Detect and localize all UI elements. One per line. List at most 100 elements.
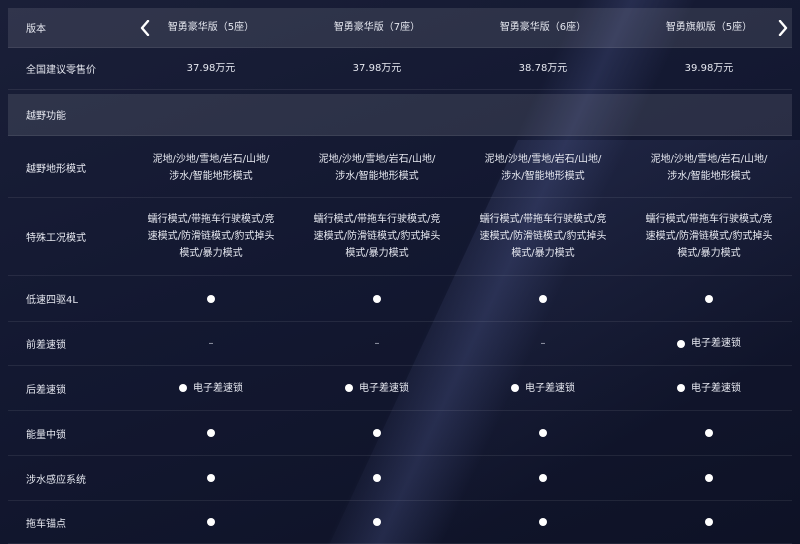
prev-button[interactable] bbox=[138, 18, 152, 38]
feature-value bbox=[626, 411, 792, 455]
feature-value bbox=[460, 456, 626, 500]
feature-value: 蠕行模式/带拖车行驶模式/竞 速模式/防滑链模式/豹式掉头 模式/暴力模式 bbox=[626, 198, 792, 275]
next-button[interactable] bbox=[776, 18, 790, 38]
chevron-right-icon bbox=[778, 19, 788, 36]
feature-cells: 蠕行模式/带拖车行驶模式/竞 速模式/防滑链模式/豹式掉头 模式/暴力模式 蠕行模… bbox=[128, 198, 792, 275]
not-available-dash: – bbox=[208, 338, 214, 349]
feature-text: 泥地/沙地/雪地/岩石/山地/ 涉水/智能地形模式 bbox=[318, 153, 436, 182]
feature-label: 拖车锚点 bbox=[26, 518, 66, 530]
not-available-dash: – bbox=[374, 338, 380, 349]
feature-row: 特殊工况模式 蠕行模式/带拖车行驶模式/竞 速模式/防滑链模式/豹式掉头 模式/暴… bbox=[8, 198, 792, 276]
check-dot-icon bbox=[179, 384, 187, 392]
check-dot-icon bbox=[539, 429, 547, 437]
feature-value: 泥地/沙地/雪地/岩石/山地/ 涉水/智能地形模式 bbox=[460, 138, 626, 197]
check-dot-icon bbox=[677, 339, 685, 348]
check-dot-icon bbox=[373, 429, 381, 437]
model-name: 智勇豪华版（6座） bbox=[499, 22, 587, 33]
check-dot-icon bbox=[345, 384, 353, 392]
feature-row: 越野地形模式 泥地/沙地/雪地/岩石/山地/ 涉水/智能地形模式 泥地/沙地/雪地/… bbox=[8, 138, 792, 198]
feature-text: 蠕行模式/带拖车行驶模式/竞 速模式/防滑链模式/豹式掉头 模式/暴力模式 bbox=[313, 214, 441, 259]
feature-value bbox=[128, 456, 294, 500]
feature-note: 电子差速锁 bbox=[359, 382, 409, 394]
price-value: 39.98万元 bbox=[684, 63, 734, 74]
feature-value bbox=[294, 501, 460, 543]
check-dot-icon bbox=[373, 294, 381, 303]
feature-value: 泥地/沙地/雪地/岩石/山地/ 涉水/智能地形模式 bbox=[294, 138, 460, 197]
feature-text: 蠕行模式/带拖车行驶模式/竞 速模式/防滑链模式/豹式掉头 模式/暴力模式 bbox=[645, 214, 773, 259]
feature-row: 能量中锁 bbox=[8, 411, 792, 456]
header-cells: 智勇豪华版（5座） 智勇豪华版（7座） 智勇豪华版（6座） 智勇旗舰版（5座） bbox=[128, 8, 792, 47]
feature-value: 电子差速锁 bbox=[128, 366, 294, 410]
model-name: 智勇旗舰版（5座） bbox=[665, 22, 753, 33]
check-dot-icon bbox=[539, 518, 547, 526]
check-dot-icon bbox=[705, 294, 713, 303]
feature-value bbox=[128, 411, 294, 455]
price-value: 37.98万元 bbox=[186, 63, 236, 74]
feature-value: 电子差速锁 bbox=[626, 322, 792, 365]
feature-value bbox=[626, 501, 792, 543]
feature-value: 泥地/沙地/雪地/岩石/山地/ 涉水/智能地形模式 bbox=[626, 138, 792, 197]
feature-value bbox=[294, 456, 460, 500]
feature-cells: – – – 电子差速锁 bbox=[128, 322, 792, 365]
check-dot-icon bbox=[705, 474, 713, 482]
feature-value: 蠕行模式/带拖车行驶模式/竞 速模式/防滑链模式/豹式掉头 模式/暴力模式 bbox=[460, 198, 626, 275]
feature-row: 低速四驱4L bbox=[8, 276, 792, 322]
model-name: 智勇豪华版（7座） bbox=[333, 22, 421, 33]
feature-text: 泥地/沙地/雪地/岩石/山地/ 涉水/智能地形模式 bbox=[484, 153, 602, 182]
feature-cells bbox=[128, 411, 792, 455]
section-label: 越野功能 bbox=[26, 111, 66, 122]
feature-label: 低速四驱4L bbox=[26, 295, 78, 306]
check-dot-icon bbox=[539, 474, 547, 482]
check-dot-icon bbox=[207, 474, 215, 482]
chevron-left-icon bbox=[140, 19, 150, 36]
feature-value: – bbox=[460, 322, 626, 365]
feature-value bbox=[294, 411, 460, 455]
model-name: 智勇豪华版（5座） bbox=[167, 22, 255, 33]
feature-value bbox=[460, 276, 626, 321]
price-cells: 37.98万元 37.98万元 38.78万元 39.98万元 bbox=[128, 48, 792, 89]
feature-value bbox=[460, 411, 626, 455]
feature-value bbox=[626, 456, 792, 500]
feature-text: 蠕行模式/带拖车行驶模式/竞 速模式/防滑链模式/豹式掉头 模式/暴力模式 bbox=[147, 214, 275, 259]
feature-value: – bbox=[128, 322, 294, 365]
feature-row: 涉水感应系统 bbox=[8, 456, 792, 501]
not-available-dash: – bbox=[540, 338, 546, 349]
check-dot-icon bbox=[705, 518, 713, 526]
feature-value bbox=[294, 276, 460, 321]
feature-cells bbox=[128, 501, 792, 543]
check-dot-icon bbox=[539, 294, 547, 303]
check-dot-icon bbox=[207, 294, 215, 303]
feature-row: 拖车锚点 bbox=[8, 501, 792, 544]
check-dot-icon bbox=[511, 384, 519, 392]
feature-text: 蠕行模式/带拖车行驶模式/竞 速模式/防滑链模式/豹式掉头 模式/暴力模式 bbox=[479, 214, 607, 259]
feature-label: 涉水感应系统 bbox=[26, 474, 86, 486]
check-dot-icon bbox=[705, 429, 713, 437]
feature-value bbox=[128, 501, 294, 543]
feature-value bbox=[460, 501, 626, 543]
feature-value: 电子差速锁 bbox=[626, 366, 792, 410]
feature-cells bbox=[128, 456, 792, 500]
feature-label: 能量中锁 bbox=[26, 429, 66, 441]
feature-note: 电子差速锁 bbox=[193, 382, 243, 394]
header-row: 版本 智勇豪华版（5座） 智勇豪华版（7座） 智勇豪华版（6座） 智勇旗舰版（5… bbox=[8, 8, 792, 48]
check-dot-icon bbox=[373, 474, 381, 482]
feature-value bbox=[128, 276, 294, 321]
feature-value: 电子差速锁 bbox=[460, 366, 626, 410]
feature-value: 电子差速锁 bbox=[294, 366, 460, 410]
spec-table: 版本 智勇豪华版（5座） 智勇豪华版（7座） 智勇豪华版（6座） 智勇旗舰版（5… bbox=[0, 0, 800, 544]
price-row: 全国建议零售价 37.98万元 37.98万元 38.78万元 39.98万元 bbox=[8, 48, 792, 90]
feature-label: 后差速锁 bbox=[26, 384, 66, 396]
header-label: 版本 bbox=[26, 24, 46, 35]
feature-row: 后差速锁 电子差速锁 电子差速锁 电子差速锁 电子差速锁 bbox=[8, 366, 792, 411]
feature-note: 电子差速锁 bbox=[691, 382, 741, 394]
check-dot-icon bbox=[207, 518, 215, 526]
feature-value: – bbox=[294, 322, 460, 365]
feature-value bbox=[626, 276, 792, 321]
price-label: 全国建议零售价 bbox=[26, 65, 96, 76]
feature-cells bbox=[128, 276, 792, 321]
feature-cells: 电子差速锁 电子差速锁 电子差速锁 电子差速锁 bbox=[128, 366, 792, 410]
feature-value: 蠕行模式/带拖车行驶模式/竞 速模式/防滑链模式/豹式掉头 模式/暴力模式 bbox=[294, 198, 460, 275]
feature-row: 前差速锁 – – – 电子差速锁 bbox=[8, 322, 792, 366]
section-header: 越野功能 bbox=[8, 94, 792, 136]
price-value: 37.98万元 bbox=[352, 63, 402, 74]
